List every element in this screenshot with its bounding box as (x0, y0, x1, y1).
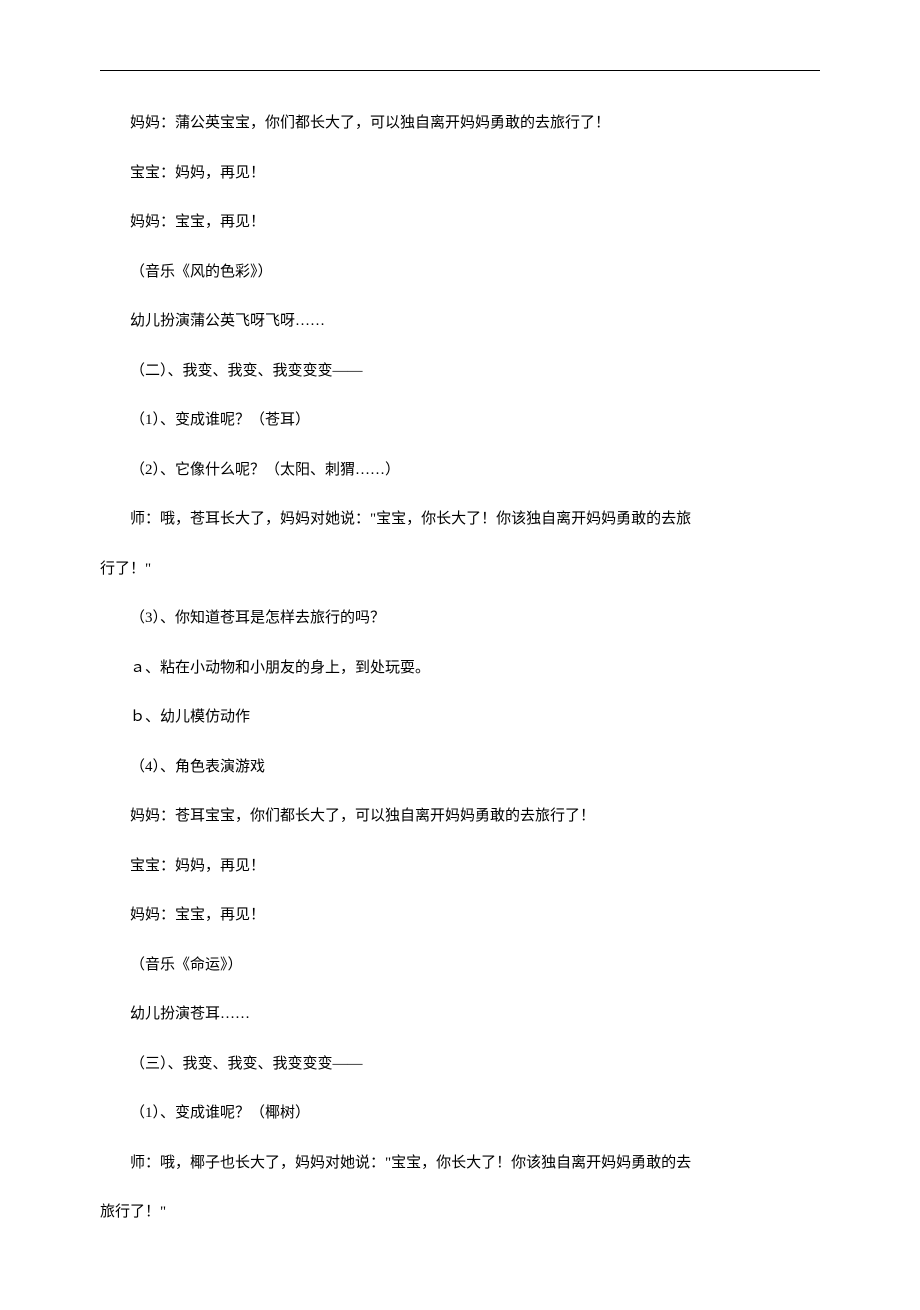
paragraph: ｂ、幼儿模仿动作 (100, 705, 820, 731)
horizontal-rule (100, 70, 820, 71)
paragraph: （二）、我变、我变、我变变变—— (100, 359, 820, 385)
document-page: 妈妈：蒲公英宝宝，你们都长大了，可以独自离开妈妈勇敢的去旅行了！ 宝宝：妈妈，再见… (0, 0, 920, 1310)
paragraph: （音乐《风的色彩》） (100, 260, 820, 286)
paragraph: （1）、变成谁呢？（椰树） (100, 1101, 820, 1127)
paragraph: 妈妈：苍耳宝宝，你们都长大了，可以独自离开妈妈勇敢的去旅行了！ (100, 804, 820, 830)
paragraph: 妈妈：宝宝，再见！ (100, 210, 820, 236)
paragraph: 旅行了！" (100, 1200, 820, 1226)
paragraph: 妈妈：宝宝，再见！ (100, 903, 820, 929)
paragraph: （音乐《命运》） (100, 953, 820, 979)
paragraph: （1）、变成谁呢？（苍耳） (100, 408, 820, 434)
paragraph: 师：哦，苍耳长大了，妈妈对她说："宝宝，你长大了！你该独自离开妈妈勇敢的去旅 (100, 507, 820, 533)
document-content: 妈妈：蒲公英宝宝，你们都长大了，可以独自离开妈妈勇敢的去旅行了！ 宝宝：妈妈，再见… (100, 111, 820, 1226)
paragraph: （三）、我变、我变、我变变变—— (100, 1052, 820, 1078)
paragraph: 宝宝：妈妈，再见！ (100, 161, 820, 187)
paragraph: 师：哦，椰子也长大了，妈妈对她说："宝宝，你长大了！你该独自离开妈妈勇敢的去 (100, 1151, 820, 1177)
paragraph: 宝宝：妈妈，再见！ (100, 854, 820, 880)
paragraph: 幼儿扮演蒲公英飞呀飞呀…… (100, 309, 820, 335)
paragraph: （3）、你知道苍耳是怎样去旅行的吗？ (100, 606, 820, 632)
paragraph: 行了！" (100, 557, 820, 583)
paragraph: 幼儿扮演苍耳…… (100, 1002, 820, 1028)
paragraph: ａ、粘在小动物和小朋友的身上，到处玩耍。 (100, 656, 820, 682)
paragraph: （4）、角色表演游戏 (100, 755, 820, 781)
paragraph: 妈妈：蒲公英宝宝，你们都长大了，可以独自离开妈妈勇敢的去旅行了！ (100, 111, 820, 137)
paragraph: （2）、它像什么呢？（太阳、刺猬……） (100, 458, 820, 484)
